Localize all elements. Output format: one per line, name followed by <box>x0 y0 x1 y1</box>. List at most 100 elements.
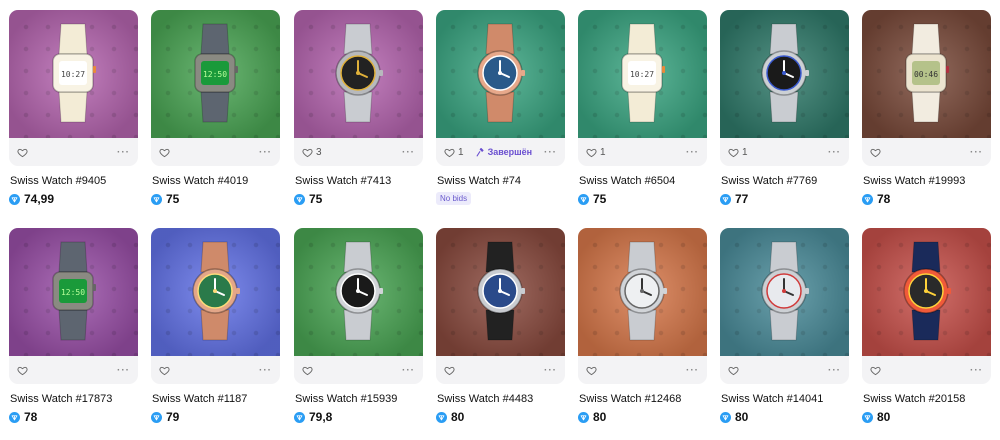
price: 80 <box>436 410 565 424</box>
more-options-icon[interactable]: ··· <box>402 147 415 158</box>
watch-illustration: 10:27 <box>621 23 665 123</box>
more-options-icon[interactable]: ··· <box>828 147 841 158</box>
nft-image[interactable] <box>151 228 280 356</box>
like-button[interactable]: 1 <box>728 147 748 158</box>
svg-text:00:46: 00:46 <box>914 70 938 79</box>
like-button[interactable] <box>870 147 881 158</box>
more-options-icon[interactable]: ··· <box>544 147 557 158</box>
nft-title[interactable]: Swiss Watch #7769 <box>720 175 849 187</box>
more-options-icon[interactable]: ··· <box>686 365 699 376</box>
nft-card[interactable]: ··· Swiss Watch #4483 80 <box>436 228 565 424</box>
nft-image[interactable] <box>294 10 423 138</box>
more-options-icon[interactable]: ··· <box>117 365 130 376</box>
nft-image[interactable] <box>436 10 565 138</box>
watch-illustration <box>477 23 525 123</box>
nft-card[interactable]: ··· Swiss Watch #15939 79,8 <box>294 228 423 424</box>
more-options-icon[interactable]: ··· <box>970 365 983 376</box>
nft-card[interactable]: ··· Swiss Watch #20158 80 <box>862 228 991 424</box>
nft-card[interactable]: ··· Swiss Watch #14041 80 <box>720 228 849 424</box>
nft-title[interactable]: Swiss Watch #4483 <box>436 393 565 405</box>
price-value: 80 <box>735 410 749 424</box>
nft-card[interactable]: ··· Swiss Watch #1187 79 <box>151 228 280 424</box>
nft-card[interactable]: 3 ··· Swiss Watch #7413 75 <box>294 10 423 206</box>
nft-image[interactable] <box>294 228 423 356</box>
nft-title[interactable]: Swiss Watch #6504 <box>578 175 707 187</box>
nft-card[interactable]: 00:46 ··· Swiss Watch #19993 78 <box>862 10 991 206</box>
price-value: 77 <box>735 192 749 206</box>
nft-title[interactable]: Swiss Watch #1187 <box>151 393 280 405</box>
like-button[interactable]: 1 <box>586 147 606 158</box>
heart-icon <box>159 147 170 158</box>
nft-title[interactable]: Swiss Watch #15939 <box>294 393 423 405</box>
card-actions: ··· <box>9 138 138 166</box>
more-options-icon[interactable]: ··· <box>970 147 983 158</box>
nft-title[interactable]: Swiss Watch #12468 <box>578 393 707 405</box>
more-options-icon[interactable]: ··· <box>259 365 272 376</box>
heart-icon <box>586 365 597 376</box>
nft-image[interactable]: 12:50 <box>9 228 138 356</box>
like-button[interactable] <box>17 365 28 376</box>
watch-illustration <box>903 241 951 341</box>
nft-title[interactable]: Swiss Watch #14041 <box>720 393 849 405</box>
nft-card[interactable]: 12:50 ··· Swiss Watch #4019 75 <box>151 10 280 206</box>
more-options-icon[interactable]: ··· <box>117 147 130 158</box>
like-button[interactable] <box>302 365 313 376</box>
like-button[interactable] <box>586 365 597 376</box>
nft-card[interactable]: 1 ··· Swiss Watch #7769 77 <box>720 10 849 206</box>
watch-illustration: 10:27 <box>52 23 96 123</box>
more-options-icon[interactable]: ··· <box>402 365 415 376</box>
nft-card[interactable]: 1 Завершён ··· Swiss Watch #74 No bids <box>436 10 565 206</box>
price: 79,8 <box>294 410 423 424</box>
nft-image[interactable] <box>436 228 565 356</box>
nft-title[interactable]: Swiss Watch #7413 <box>294 175 423 187</box>
nft-card[interactable]: 10:27 1 ··· Swiss Watch #6504 75 <box>578 10 707 206</box>
watch-illustration <box>619 241 667 341</box>
nft-image[interactable] <box>578 228 707 356</box>
nft-grid: 10:27 ··· Swiss Watch #9405 74,99 12:50 <box>0 0 1000 440</box>
heart-icon <box>870 365 881 376</box>
nft-image[interactable] <box>720 228 849 356</box>
nft-image[interactable]: 00:46 <box>862 10 991 138</box>
heart-icon <box>444 365 455 376</box>
nft-image[interactable]: 10:27 <box>578 10 707 138</box>
nft-title[interactable]: Swiss Watch #74 <box>436 175 565 187</box>
like-button[interactable] <box>444 365 455 376</box>
like-button[interactable] <box>159 147 170 158</box>
nft-title[interactable]: Swiss Watch #20158 <box>862 393 991 405</box>
nft-card[interactable]: 12:50 ··· Swiss Watch #17873 78 <box>9 228 138 424</box>
nft-title[interactable]: Swiss Watch #17873 <box>9 393 138 405</box>
ton-icon <box>720 193 731 205</box>
card-actions: 1 ··· <box>578 138 707 166</box>
card-actions: ··· <box>720 356 849 384</box>
more-options-icon[interactable]: ··· <box>828 365 841 376</box>
nft-image[interactable] <box>720 10 849 138</box>
watch-illustration <box>192 241 240 341</box>
like-button[interactable]: 3 <box>302 147 322 158</box>
more-options-icon[interactable]: ··· <box>686 147 699 158</box>
nft-card[interactable]: ··· Swiss Watch #12468 80 <box>578 228 707 424</box>
like-button[interactable] <box>870 365 881 376</box>
nft-title[interactable]: Swiss Watch #19993 <box>862 175 991 187</box>
nft-image[interactable]: 12:50 <box>151 10 280 138</box>
price-value: 75 <box>593 192 607 206</box>
nft-image[interactable]: 10:27 <box>9 10 138 138</box>
watch-illustration <box>477 241 525 341</box>
nft-card[interactable]: 10:27 ··· Swiss Watch #9405 74,99 <box>9 10 138 206</box>
watch-illustration <box>761 23 809 123</box>
card-actions: ··· <box>151 356 280 384</box>
nft-title[interactable]: Swiss Watch #4019 <box>151 175 280 187</box>
like-button[interactable] <box>17 147 28 158</box>
nft-title[interactable]: Swiss Watch #9405 <box>9 175 138 187</box>
heart-icon <box>870 147 881 158</box>
auction-status: Завершён <box>476 147 532 157</box>
nft-image[interactable] <box>862 228 991 356</box>
watch-illustration <box>335 241 383 341</box>
like-button[interactable] <box>159 365 170 376</box>
price-value: 75 <box>309 192 323 206</box>
card-actions: 1 Завершён ··· <box>436 138 565 166</box>
more-options-icon[interactable]: ··· <box>544 365 557 376</box>
like-button[interactable]: 1 <box>444 147 464 158</box>
heart-icon <box>586 147 597 158</box>
more-options-icon[interactable]: ··· <box>259 147 272 158</box>
like-button[interactable] <box>728 365 739 376</box>
